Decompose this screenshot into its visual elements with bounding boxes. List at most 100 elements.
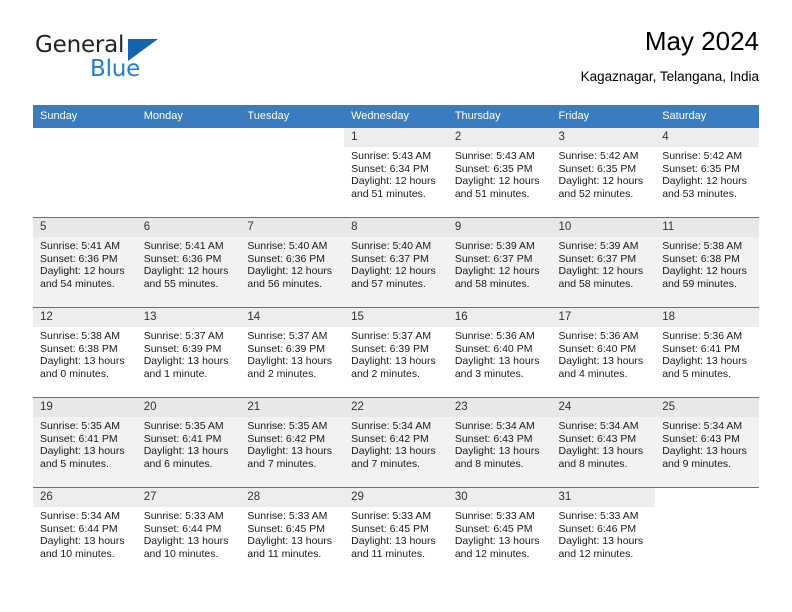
daylight-text: Daylight: 13 hours and 5 minutes.	[662, 355, 747, 380]
calendar-day-cell[interactable]: 14 Sunrise: 5:37 AM Sunset: 6:39 PM Dayligh…	[240, 307, 345, 398]
sunrise-text: Sunrise: 5:36 AM	[454, 330, 535, 342]
calendar-day-cell[interactable]: 8 Sunrise: 5:40 AM Sunset: 6:37 PM Daylight…	[344, 217, 448, 308]
cell-content: 14 Sunrise: 5:37 AM Sunset: 6:39 PM Dayligh…	[240, 308, 345, 397]
cell-content: 7 Sunrise: 5:40 AM Sunset: 6:36 PM Daylight…	[240, 218, 345, 307]
cell-content: 31 Sunrise: 5:33 AM Sunset: 6:46 PM Dayligh…	[551, 488, 656, 577]
calendar-day-cell[interactable]: 27 Sunrise: 5:33 AM Sunset: 6:44 PM Dayligh…	[136, 487, 241, 577]
calendar-day-cell[interactable]: 3 Sunrise: 5:42 AM Sunset: 6:35 PM Daylight…	[551, 127, 656, 218]
cell-content	[655, 488, 759, 577]
day-number: 29	[344, 488, 448, 507]
sunset-text: Sunset: 6:43 PM	[662, 432, 740, 445]
cell-content: 10 Sunrise: 5:39 AM Sunset: 6:37 PM Dayligh…	[551, 218, 656, 307]
daylight-text: Daylight: 13 hours and 11 minutes.	[247, 535, 333, 560]
calendar-day-cell[interactable]: 13 Sunrise: 5:37 AM Sunset: 6:39 PM Dayligh…	[136, 307, 241, 398]
sunset-text: Sunset: 6:42 PM	[351, 432, 429, 445]
weekday-header-sunday: Sunday	[33, 105, 137, 128]
sun-info: Sunrise: 5:37 AM Sunset: 6:39 PM Daylight:…	[240, 327, 344, 380]
day-number: 4	[655, 128, 759, 147]
calendar-day-cell[interactable]: 30 Sunrise: 5:33 AM Sunset: 6:45 PM Dayligh…	[447, 487, 552, 577]
daylight-text: Daylight: 13 hours and 7 minutes.	[351, 445, 436, 470]
calendar-day-cell[interactable]: 11 Sunrise: 5:38 AM Sunset: 6:38 PM Dayligh…	[655, 217, 759, 308]
cell-content: 26 Sunrise: 5:34 AM Sunset: 6:44 PM Dayligh…	[33, 488, 137, 577]
calendar-day-cell[interactable]: 16 Sunrise: 5:36 AM Sunset: 6:40 PM Dayligh…	[447, 307, 552, 398]
sun-info: Sunrise: 5:35 AM Sunset: 6:42 PM Daylight:…	[240, 417, 344, 470]
logo-text-blue: Blue	[90, 56, 141, 82]
daylight-text: Daylight: 13 hours and 2 minutes.	[351, 355, 436, 380]
weekday-header-saturday: Saturday	[655, 105, 759, 128]
sunrise-text: Sunrise: 5:35 AM	[143, 420, 224, 432]
calendar-day-cell[interactable]: 17 Sunrise: 5:36 AM Sunset: 6:40 PM Dayligh…	[551, 307, 656, 398]
cell-content: 5 Sunrise: 5:41 AM Sunset: 6:36 PM Daylight…	[33, 218, 137, 307]
calendar-day-cell[interactable]: 21 Sunrise: 5:35 AM Sunset: 6:42 PM Dayligh…	[240, 397, 345, 488]
day-number	[137, 128, 241, 147]
sun-info: Sunrise: 5:38 AM Sunset: 6:38 PM Daylight:…	[655, 237, 759, 290]
calendar-day-cell[interactable]: 5 Sunrise: 5:41 AM Sunset: 6:36 PM Daylight…	[33, 217, 137, 308]
sunset-text: Sunset: 6:35 PM	[558, 162, 637, 175]
daylight-text: Daylight: 12 hours and 59 minutes.	[662, 265, 747, 290]
daylight-text: Daylight: 13 hours and 6 minutes.	[143, 445, 229, 470]
day-number: 28	[240, 488, 345, 507]
day-number: 16	[447, 308, 552, 327]
sunrise-text: Sunrise: 5:41 AM	[143, 240, 224, 252]
sun-info: Sunrise: 5:35 AM Sunset: 6:41 PM Daylight:…	[137, 417, 241, 470]
calendar-day-cell[interactable]: 15 Sunrise: 5:37 AM Sunset: 6:39 PM Dayligh…	[344, 307, 448, 398]
sunrise-text: Sunrise: 5:41 AM	[40, 240, 120, 252]
daylight-text: Daylight: 12 hours and 56 minutes.	[247, 265, 333, 290]
weekday-header-thursday: Thursday	[447, 105, 552, 128]
calendar-day-cell[interactable]: 20 Sunrise: 5:35 AM Sunset: 6:41 PM Dayligh…	[136, 397, 241, 488]
calendar-day-cell[interactable]: 28 Sunrise: 5:33 AM Sunset: 6:45 PM Dayligh…	[240, 487, 345, 577]
daylight-text: Daylight: 12 hours and 53 minutes.	[662, 175, 747, 200]
calendar-day-cell[interactable]: 25 Sunrise: 5:34 AM Sunset: 6:43 PM Dayligh…	[655, 397, 759, 488]
day-number	[33, 128, 137, 147]
sunrise-text: Sunrise: 5:42 AM	[662, 150, 743, 162]
calendar-day-cell[interactable]: 18 Sunrise: 5:36 AM Sunset: 6:41 PM Dayligh…	[655, 307, 759, 398]
calendar-day-cell[interactable]: 2 Sunrise: 5:43 AM Sunset: 6:35 PM Daylight…	[447, 127, 552, 218]
calendar-day-cell[interactable]: 31 Sunrise: 5:33 AM Sunset: 6:46 PM Dayligh…	[551, 487, 656, 577]
day-number: 30	[447, 488, 552, 507]
calendar-day-cell[interactable]: 10 Sunrise: 5:39 AM Sunset: 6:37 PM Dayligh…	[551, 217, 656, 308]
calendar-day-cell[interactable]: 7 Sunrise: 5:40 AM Sunset: 6:36 PM Daylight…	[240, 217, 345, 308]
calendar-cell-empty	[655, 487, 759, 577]
calendar-day-cell[interactable]: 4 Sunrise: 5:42 AM Sunset: 6:35 PM Daylight…	[655, 127, 759, 218]
calendar-day-cell[interactable]: 1 Sunrise: 5:43 AM Sunset: 6:34 PM Daylight…	[344, 127, 448, 218]
general-blue-logo[interactable]: General Blue	[33, 32, 223, 90]
cell-content: 17 Sunrise: 5:36 AM Sunset: 6:40 PM Dayligh…	[551, 308, 656, 397]
sun-info: Sunrise: 5:40 AM Sunset: 6:37 PM Daylight:…	[344, 237, 448, 290]
calendar-day-cell[interactable]: 29 Sunrise: 5:33 AM Sunset: 6:45 PM Dayligh…	[344, 487, 448, 577]
sunset-text: Sunset: 6:42 PM	[247, 432, 326, 445]
sunset-text: Sunset: 6:40 PM	[454, 342, 533, 355]
weekday-header-wednesday: Wednesday	[344, 105, 448, 128]
sunset-text: Sunset: 6:44 PM	[40, 522, 118, 535]
calendar-day-cell[interactable]: 19 Sunrise: 5:35 AM Sunset: 6:41 PM Dayligh…	[33, 397, 137, 488]
day-number: 7	[240, 218, 345, 237]
sunrise-text: Sunrise: 5:33 AM	[351, 510, 432, 522]
calendar-day-cell[interactable]: 24 Sunrise: 5:34 AM Sunset: 6:43 PM Dayligh…	[551, 397, 656, 488]
cell-content: 28 Sunrise: 5:33 AM Sunset: 6:45 PM Dayligh…	[240, 488, 345, 577]
calendar-day-cell[interactable]: 26 Sunrise: 5:34 AM Sunset: 6:44 PM Dayligh…	[33, 487, 137, 577]
calendar-day-cell[interactable]: 12 Sunrise: 5:38 AM Sunset: 6:38 PM Dayligh…	[33, 307, 137, 398]
page-title: May 2024	[644, 26, 759, 56]
day-number: 5	[33, 218, 137, 237]
calendar-day-cell[interactable]: 6 Sunrise: 5:41 AM Sunset: 6:36 PM Daylight…	[136, 217, 241, 308]
sunset-text: Sunset: 6:45 PM	[247, 522, 326, 535]
day-number: 8	[344, 218, 448, 237]
calendar-day-cell[interactable]: 22 Sunrise: 5:34 AM Sunset: 6:42 PM Dayligh…	[344, 397, 448, 488]
sunset-text: Sunset: 6:45 PM	[351, 522, 429, 535]
daylight-text: Daylight: 13 hours and 8 minutes.	[558, 445, 644, 470]
sunset-text: Sunset: 6:44 PM	[143, 522, 222, 535]
cell-content: 16 Sunrise: 5:36 AM Sunset: 6:40 PM Dayligh…	[447, 308, 552, 397]
daylight-text: Daylight: 13 hours and 11 minutes.	[351, 535, 436, 560]
sun-info: Sunrise: 5:37 AM Sunset: 6:39 PM Daylight:…	[344, 327, 448, 380]
day-number: 25	[655, 398, 759, 417]
daylight-text: Daylight: 12 hours and 51 minutes.	[454, 175, 540, 200]
sun-info: Sunrise: 5:41 AM Sunset: 6:36 PM Daylight:…	[137, 237, 241, 290]
calendar-day-cell[interactable]: 23 Sunrise: 5:34 AM Sunset: 6:43 PM Dayligh…	[447, 397, 552, 488]
sunset-text: Sunset: 6:43 PM	[454, 432, 533, 445]
calendar-day-cell[interactable]: 9 Sunrise: 5:39 AM Sunset: 6:37 PM Daylight…	[447, 217, 552, 308]
calendar-cell-empty	[136, 127, 241, 218]
cell-content	[33, 128, 137, 217]
sunset-text: Sunset: 6:35 PM	[662, 162, 740, 175]
logo-text-general: General	[35, 32, 125, 58]
sun-info: Sunrise: 5:36 AM Sunset: 6:40 PM Daylight:…	[552, 327, 656, 380]
cell-content: 2 Sunrise: 5:43 AM Sunset: 6:35 PM Daylight…	[447, 128, 552, 217]
